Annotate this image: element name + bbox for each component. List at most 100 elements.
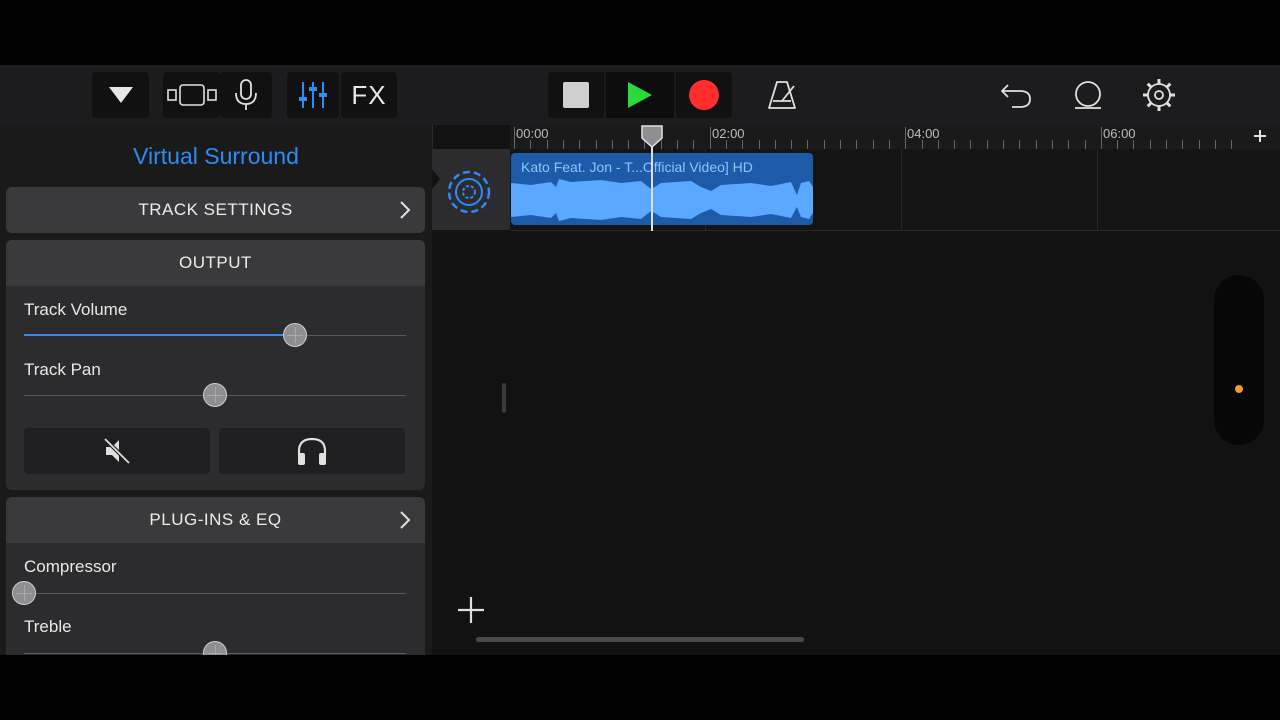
ruler-tick xyxy=(888,140,890,149)
grid-line xyxy=(901,149,902,230)
plugins-eq-header[interactable]: PLUG-INS & EQ xyxy=(6,497,425,543)
settings-button[interactable] xyxy=(1133,72,1185,118)
chevron-right-icon xyxy=(400,511,411,529)
speaker-muted-icon xyxy=(103,437,131,465)
grid-line xyxy=(1097,149,1098,230)
undo-button[interactable] xyxy=(990,72,1042,118)
treble-thumb[interactable] xyxy=(203,641,227,655)
ruler-tick xyxy=(546,140,548,149)
track-pan-slider[interactable] xyxy=(24,383,406,407)
output-header: OUTPUT xyxy=(6,240,425,286)
ruler-tick xyxy=(1068,140,1070,149)
audio-region[interactable]: Kato Feat. Jon - T...Official Video] HD xyxy=(511,153,813,225)
track-controls-panel: Virtual Surround TRACK SETTINGS OUTPUT T… xyxy=(0,125,433,655)
playhead-line xyxy=(651,140,653,231)
ruler-tick xyxy=(1019,140,1021,149)
track-header[interactable] xyxy=(432,149,510,230)
add-track-icon[interactable] xyxy=(456,595,486,625)
ruler-tick xyxy=(921,140,923,149)
ruler-tick xyxy=(1214,140,1216,149)
audio-recorder-icon xyxy=(447,170,491,214)
loop-browser-button[interactable] xyxy=(1062,72,1114,118)
ruler-tick xyxy=(807,140,809,149)
waveform xyxy=(511,179,813,221)
headphones-icon xyxy=(297,437,327,465)
ruler-tick xyxy=(628,140,630,149)
add-section-icon[interactable] xyxy=(1253,129,1267,143)
microphone-button[interactable] xyxy=(220,72,272,118)
loop-icon xyxy=(1075,81,1101,109)
ruler-tick xyxy=(986,140,988,149)
output-section: OUTPUT Track Volume Track Pan xyxy=(6,240,425,490)
ruler-tick xyxy=(579,140,581,149)
ruler-tick xyxy=(1198,140,1200,149)
ruler-label-0: 00:00 xyxy=(516,126,549,141)
ruler-tick xyxy=(937,140,939,149)
tracks-view-icon xyxy=(166,84,217,106)
garageband-window: FX Virtual Surround TRACK SETTINGS OUTPU… xyxy=(0,65,1280,655)
ruler-tick xyxy=(872,140,874,149)
fx-button[interactable]: FX xyxy=(341,72,397,118)
ruler-tick xyxy=(856,140,858,149)
region-title: Kato Feat. Jon - T...Official Video] HD xyxy=(521,159,753,175)
play-button[interactable] xyxy=(606,72,674,118)
ruler-tick xyxy=(954,140,956,149)
fx-label: FX xyxy=(351,79,387,110)
plugins-eq-section: PLUG-INS & EQ Compressor Treble xyxy=(6,497,425,655)
browser-toggle-button[interactable] xyxy=(92,72,149,118)
compressor-thumb[interactable] xyxy=(12,581,36,605)
undo-icon xyxy=(1001,84,1031,108)
panel-title: Virtual Surround xyxy=(133,143,299,169)
ruler-tick xyxy=(1231,140,1233,149)
metronome-button[interactable] xyxy=(756,72,808,118)
compressor-slider[interactable] xyxy=(12,581,406,605)
track-header-column xyxy=(432,230,510,655)
triangle-down-icon xyxy=(108,87,133,103)
ruler-tick xyxy=(1035,140,1037,149)
ruler-tick xyxy=(1149,140,1151,149)
selected-track-indicator xyxy=(432,169,440,189)
track-volume-thumb[interactable] xyxy=(283,323,308,347)
mixer-button[interactable] xyxy=(287,72,339,118)
horizontal-scrollbar[interactable] xyxy=(476,637,804,642)
ruler-tick xyxy=(514,127,515,149)
ruler-tick xyxy=(823,140,825,149)
ruler-tick xyxy=(611,140,613,149)
control-bar: FX xyxy=(0,65,1280,125)
microphone-icon xyxy=(235,79,257,110)
tracks-view-button[interactable] xyxy=(163,72,220,118)
record-button[interactable] xyxy=(676,72,732,118)
stop-button[interactable] xyxy=(548,72,604,118)
track-volume-slider[interactable] xyxy=(24,323,406,347)
ruler-label-4: 04:00 xyxy=(907,126,940,141)
side-control-pill[interactable] xyxy=(1214,275,1264,445)
ruler-tick xyxy=(840,140,841,149)
track-settings-label: TRACK SETTINGS xyxy=(138,200,293,219)
ruler-tick xyxy=(677,140,678,149)
track-settings-button[interactable]: TRACK SETTINGS xyxy=(6,187,425,233)
mute-button[interactable] xyxy=(24,428,210,474)
record-icon xyxy=(689,80,719,110)
output-header-label: OUTPUT xyxy=(179,253,252,272)
metronome-icon xyxy=(768,81,796,109)
ruler-tick xyxy=(774,140,776,149)
timeline-ruler[interactable]: 00:00 02:00 04:00 06:00 xyxy=(510,125,1280,149)
ruler-tick xyxy=(1003,140,1004,149)
ruler-tick xyxy=(725,140,727,149)
track-pan-label: Track Pan xyxy=(24,360,101,379)
playhead-handle-icon[interactable] xyxy=(640,125,664,149)
panel-resize-handle[interactable] xyxy=(502,383,506,413)
treble-slider[interactable] xyxy=(24,641,406,655)
ruler-tick xyxy=(709,127,711,149)
letterbox-bottom xyxy=(0,655,1280,720)
play-icon xyxy=(628,82,652,108)
solo-button[interactable] xyxy=(219,428,405,474)
ruler-tick xyxy=(530,140,532,149)
mixer-sliders-icon xyxy=(299,82,327,108)
track-pan-thumb[interactable] xyxy=(203,383,227,407)
ruler-tick xyxy=(595,140,597,149)
indicator-dot xyxy=(1235,385,1243,393)
ruler-tick xyxy=(1117,140,1119,149)
letterbox-top xyxy=(0,0,1280,65)
ruler-tick xyxy=(742,140,744,149)
